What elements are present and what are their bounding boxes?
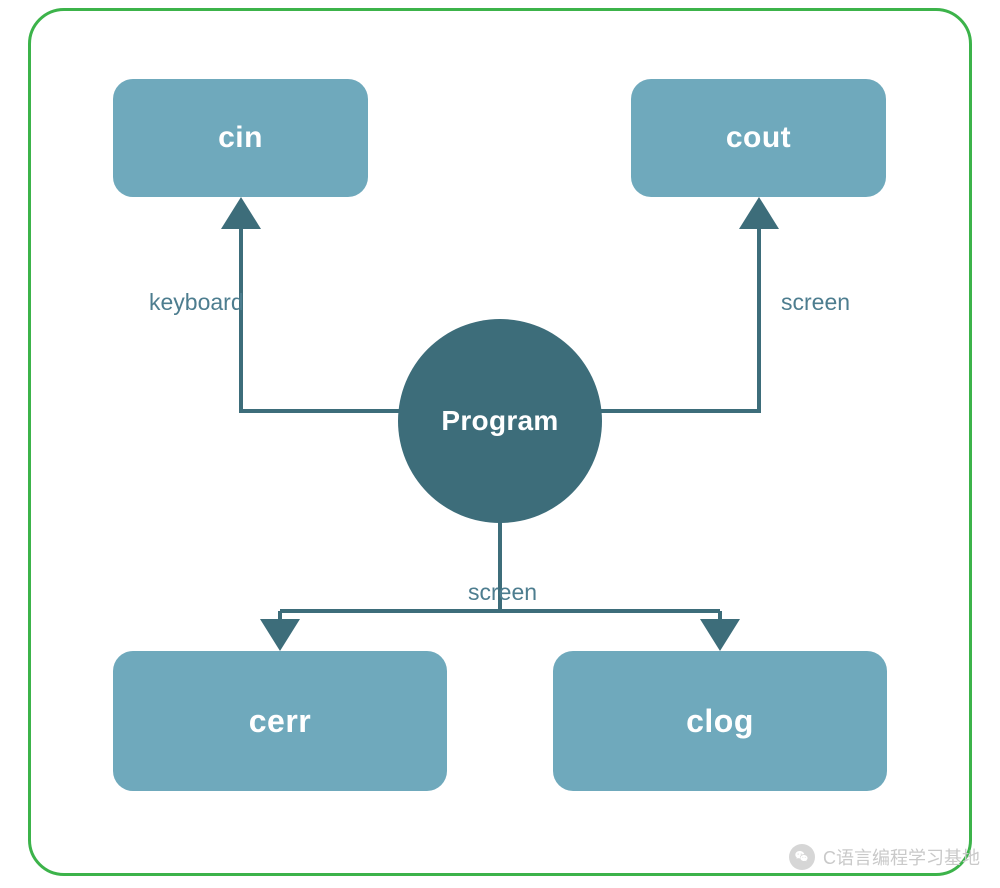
node-cerr: cerr (113, 651, 447, 791)
node-clog-label: clog (686, 703, 754, 740)
diagram-frame: cin cout Program cerr clog keyboard scre… (28, 8, 972, 876)
node-program-label: Program (441, 405, 558, 437)
node-cout: cout (631, 79, 886, 197)
watermark: C语言编程学习基地 (789, 844, 980, 870)
node-cin: cin (113, 79, 368, 197)
node-cout-label: cout (726, 121, 791, 155)
node-program: Program (398, 319, 602, 523)
wechat-icon (789, 844, 815, 870)
node-cerr-label: cerr (249, 703, 312, 740)
diagram-canvas: cin cout Program cerr clog keyboard scre… (31, 11, 975, 879)
edge-label-keyboard: keyboard (149, 289, 244, 316)
node-cin-label: cin (218, 121, 263, 155)
watermark-text: C语言编程学习基地 (823, 844, 980, 870)
edge-label-screen-bottom: screen (468, 579, 537, 606)
node-clog: clog (553, 651, 887, 791)
edge-label-screen-top: screen (781, 289, 850, 316)
